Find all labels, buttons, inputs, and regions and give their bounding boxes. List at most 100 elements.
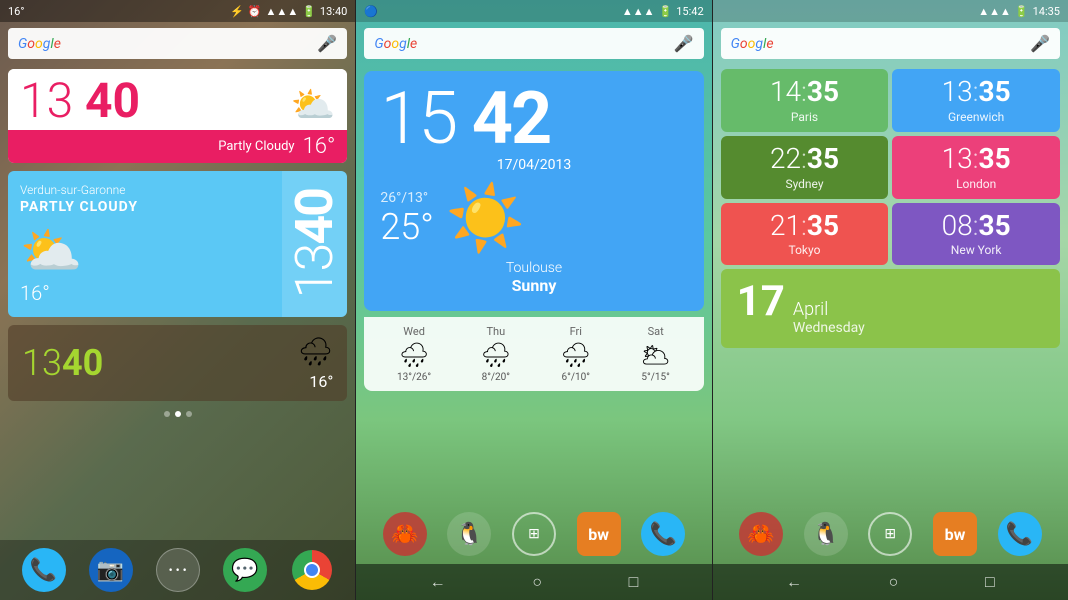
big-clock-display: 15 42 xyxy=(380,83,687,155)
nav-back-2[interactable]: ← xyxy=(430,572,446,592)
dock-icon-phone-2[interactable]: 📞 xyxy=(641,512,685,556)
forecast-thu: Thu 🌧 8°/20° xyxy=(481,325,511,383)
dock-icon-crab[interactable]: 🦀 xyxy=(383,512,427,556)
forecast-fri: Fri 🌧 6°/10° xyxy=(561,325,591,383)
clock-tile-london[interactable]: 13:35 London xyxy=(892,136,1060,199)
clock-tile-newyork[interactable]: 08:35 New York xyxy=(892,203,1060,266)
weather-city-name: Verdun-sur-Garonne xyxy=(20,183,270,197)
phone-1: 16° ⚡ ⏰ ▲▲▲ 🔋 13:40 Google 🎤 13 40 ⛅ Par… xyxy=(0,0,355,600)
nav-back-3[interactable]: ← xyxy=(786,572,802,592)
small-clock-hour: 13 xyxy=(22,342,62,384)
newyork-label: New York xyxy=(951,243,1002,257)
clock-min: 40 xyxy=(85,72,140,129)
google-search-bar-1[interactable]: Google 🎤 xyxy=(8,28,347,59)
sydney-time: 22:35 xyxy=(770,144,839,175)
dock-icon-apps-2[interactable]: ⊞ xyxy=(512,512,556,556)
dock3-icon-bird[interactable]: 🐧 xyxy=(804,512,848,556)
forecast-temps-3: 5°/15° xyxy=(641,372,669,383)
clock-tile-paris[interactable]: 14:35 Paris xyxy=(721,69,889,132)
greenwich-time: 13:35 xyxy=(942,77,1011,108)
nav-home-2[interactable]: ○ xyxy=(532,572,542,592)
forecast-wed: Wed 🌧 13°/26° xyxy=(397,325,431,383)
clock-tile-tokyo[interactable]: 21:35 Tokyo xyxy=(721,203,889,266)
nav-recents-2[interactable]: □ xyxy=(629,572,639,592)
greenwich-hour: 13 xyxy=(942,75,973,108)
clock-top-row: 13 40 ⛅ xyxy=(8,69,347,130)
london-min: 35 xyxy=(979,142,1011,175)
date-info: April Wednesday xyxy=(793,299,865,336)
dock3-icon-phone[interactable]: 📞 xyxy=(998,512,1042,556)
nav-bar-2: ← ○ □ xyxy=(356,564,711,600)
forecast-temps-0: 13°/26° xyxy=(397,372,431,383)
forecast-icon-1: 🌧 xyxy=(481,341,511,369)
status-time-2: 15:42 xyxy=(676,5,703,18)
temp-high-low: 26°/13° xyxy=(380,190,434,206)
status-bar-3: ▲▲▲ 🔋 14:35 xyxy=(713,0,1068,22)
google-logo-1: Google xyxy=(18,36,61,52)
tokyo-min: 35 xyxy=(807,209,839,242)
status-right-3: ▲▲▲ 🔋 14:35 xyxy=(978,5,1060,18)
dock3-icon-crab[interactable]: 🦀 xyxy=(739,512,783,556)
clock-tile-greenwich[interactable]: 13:35 Greenwich xyxy=(892,69,1060,132)
status-time-3: 14:35 xyxy=(1033,5,1060,18)
mic-icon-2[interactable]: 🎤 xyxy=(674,34,694,53)
mic-icon-1[interactable]: 🎤 xyxy=(317,34,337,53)
paris-label: Paris xyxy=(791,110,818,124)
mic-icon-3[interactable]: 🎤 xyxy=(1030,34,1050,53)
dock3-icon-bw[interactable]: bw xyxy=(933,512,977,556)
status-bar-1: 16° ⚡ ⏰ ▲▲▲ 🔋 13:40 xyxy=(0,0,355,22)
google-search-bar-2[interactable]: Google 🎤 xyxy=(364,28,703,59)
battery-icon-3: 🔋 xyxy=(1015,5,1029,18)
date-weekday-label: Wednesday xyxy=(793,320,865,336)
clock-tile-sydney[interactable]: 22:35 Sydney xyxy=(721,136,889,199)
wifi-icon-2: ▲▲▲ xyxy=(622,5,655,18)
phone-2: 🔵 ▲▲▲ 🔋 15:42 Google 🎤 15 42 17/04/2013 … xyxy=(356,0,711,600)
hangouts-icon: 💬 xyxy=(231,558,258,583)
sun-icon: ☀️ xyxy=(446,181,526,256)
chrome-icon xyxy=(292,550,332,590)
newyork-min: 35 xyxy=(979,209,1011,242)
dock-phone-button[interactable]: 📞 xyxy=(22,548,66,592)
weather-temps: 26°/13° 25° xyxy=(380,190,434,248)
weather-clock-right: 1340 xyxy=(282,171,347,317)
date-day-number: 17 xyxy=(737,281,785,323)
nav-home-3[interactable]: ○ xyxy=(889,572,899,592)
clock-display: 13 40 xyxy=(20,77,140,125)
dock-camera-button[interactable]: 📷 xyxy=(89,548,133,592)
dock-chrome-button[interactable] xyxy=(290,548,334,592)
date-tile[interactable]: 17 April Wednesday xyxy=(721,269,1060,348)
big-clock-widget[interactable]: 15 42 17/04/2013 26°/13° 25° ☀️ Toulouse… xyxy=(364,71,703,311)
greenwich-min: 35 xyxy=(979,75,1011,108)
temp-current: 25° xyxy=(380,206,434,248)
status-temp: 16° xyxy=(8,5,24,18)
weather-description: PARTLY CLOUDY xyxy=(20,199,270,215)
weather-vertical-clock: 1340 xyxy=(289,189,341,298)
wifi-icon: ▲▲▲ xyxy=(266,5,299,18)
sydney-label: Sydney xyxy=(785,177,823,191)
big-clock-min: 42 xyxy=(472,76,551,161)
forecast-icon-2: 🌧 xyxy=(561,341,591,369)
dock-hangouts-button[interactable]: 💬 xyxy=(223,548,267,592)
london-hour: 13 xyxy=(942,142,973,175)
dock3-icon-apps[interactable]: ⊞ xyxy=(868,512,912,556)
status-left-1: 16° xyxy=(8,5,24,18)
dock-apps-button[interactable]: • • • xyxy=(156,548,200,592)
chrome-inner-circle xyxy=(304,562,320,578)
dock-icon-bw[interactable]: bw xyxy=(577,512,621,556)
bluetooth-icon: ⚡ xyxy=(230,5,244,18)
dock-icon-bird[interactable]: 🐧 xyxy=(447,512,491,556)
nav-recents-3[interactable]: □ xyxy=(985,572,995,592)
dot-3 xyxy=(186,411,192,417)
widget-weather-blue[interactable]: Verdun-sur-Garonne PARTLY CLOUDY ⛅ 16° 1… xyxy=(8,171,347,317)
dot-2 xyxy=(175,411,181,417)
status-right-2: ▲▲▲ 🔋 15:42 xyxy=(622,5,704,18)
camera-icon: 📷 xyxy=(97,558,124,583)
google-search-bar-3[interactable]: Google 🎤 xyxy=(721,28,1060,59)
widget-small-clock[interactable]: 1340 🌧 16° xyxy=(8,325,347,401)
alarm-icon: ⏰ xyxy=(248,5,262,18)
tokyo-label: Tokyo xyxy=(789,243,821,257)
weather-icon-top: ⛅ xyxy=(291,84,336,126)
tokyo-hour: 21 xyxy=(770,209,801,242)
widget-clock-pink[interactable]: 13 40 ⛅ Partly Cloudy 16° xyxy=(8,69,347,163)
weather-main-row: 26°/13° 25° ☀️ xyxy=(380,181,687,256)
